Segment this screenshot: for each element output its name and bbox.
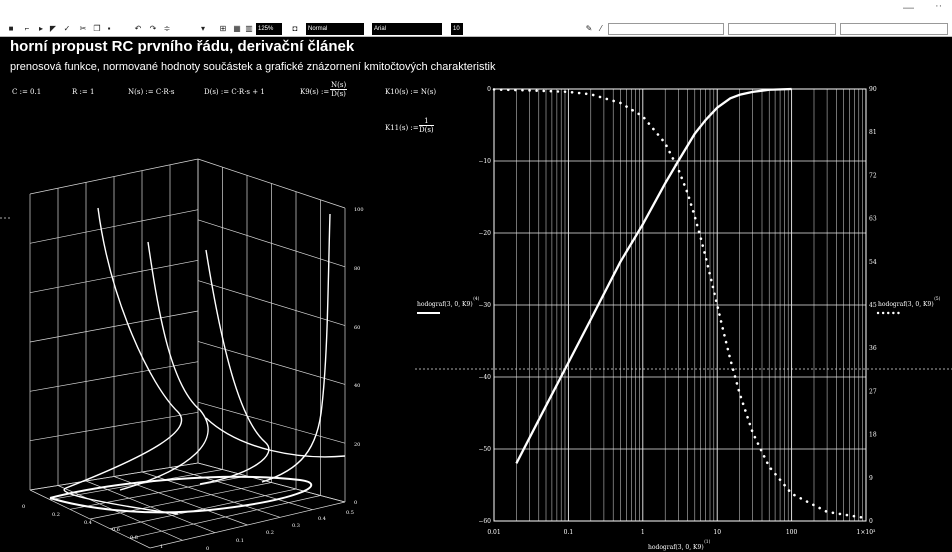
y-left-tick-label: −50 [478, 446, 491, 453]
left-axis-label: hodograf(3, 0, K9) ⟨4⟩ [417, 296, 480, 314]
y-right-tick-label: 0 [869, 518, 873, 525]
x-tick-label: 0.1 [564, 529, 574, 536]
y-left-tick-label: −30 [478, 302, 491, 309]
bode-chart[interactable]: 0.01 0.1 1 10 100 1×10³0−10−20−30−40−50−60908… [0, 0, 952, 552]
x-tick-label: 1 [641, 529, 645, 536]
right-axis-label: hodograf(3, 0, K9) ⟨5⟩ [876, 296, 941, 315]
phase-series-dots [492, 88, 868, 520]
x-tick-label: 100 [786, 529, 798, 536]
y-right-tick-label: 18 [869, 432, 877, 439]
x-tick-label: 10 [713, 529, 721, 536]
x-axis-label-sup: ⟨1⟩ [704, 539, 711, 545]
x-axis-label-text: hodograf(3, 0, K9) [648, 544, 704, 551]
right-axis-label-text: hodograf(3, 0, K9) [878, 301, 934, 308]
y-left-tick-label: −20 [478, 230, 491, 237]
y-right-tick-label: 81 [869, 129, 877, 136]
magnitude-series-line [515, 87, 792, 464]
y-right-tick-label: 54 [869, 259, 877, 266]
y-right-tick-label: 72 [869, 172, 877, 179]
y-right-tick-label: 63 [869, 216, 877, 223]
right-axis-label-sup: ⟨5⟩ [934, 296, 941, 302]
y-left-tick-label: −40 [478, 374, 491, 381]
x-tick-label: 0.01 [487, 529, 500, 536]
left-axis-label-text: hodograf(3, 0, K9) [417, 301, 473, 308]
y-right-tick-label: 36 [869, 345, 877, 352]
y-left-tick-label: 0 [487, 86, 491, 93]
x-tick-label: 1×10³ [857, 529, 876, 536]
left-axis-label-sup: ⟨4⟩ [473, 296, 480, 302]
y-right-tick-label: 27 [869, 388, 877, 395]
y-right-tick-label: 90 [869, 86, 877, 93]
y-left-tick-label: −10 [478, 158, 491, 165]
y-left-tick-label: −60 [478, 518, 491, 525]
y-right-tick-label: 9 [869, 475, 873, 482]
y-right-tick-label: 45 [869, 302, 877, 309]
x-axis-label: hodograf(3, 0, K9) ⟨1⟩ [648, 539, 711, 551]
